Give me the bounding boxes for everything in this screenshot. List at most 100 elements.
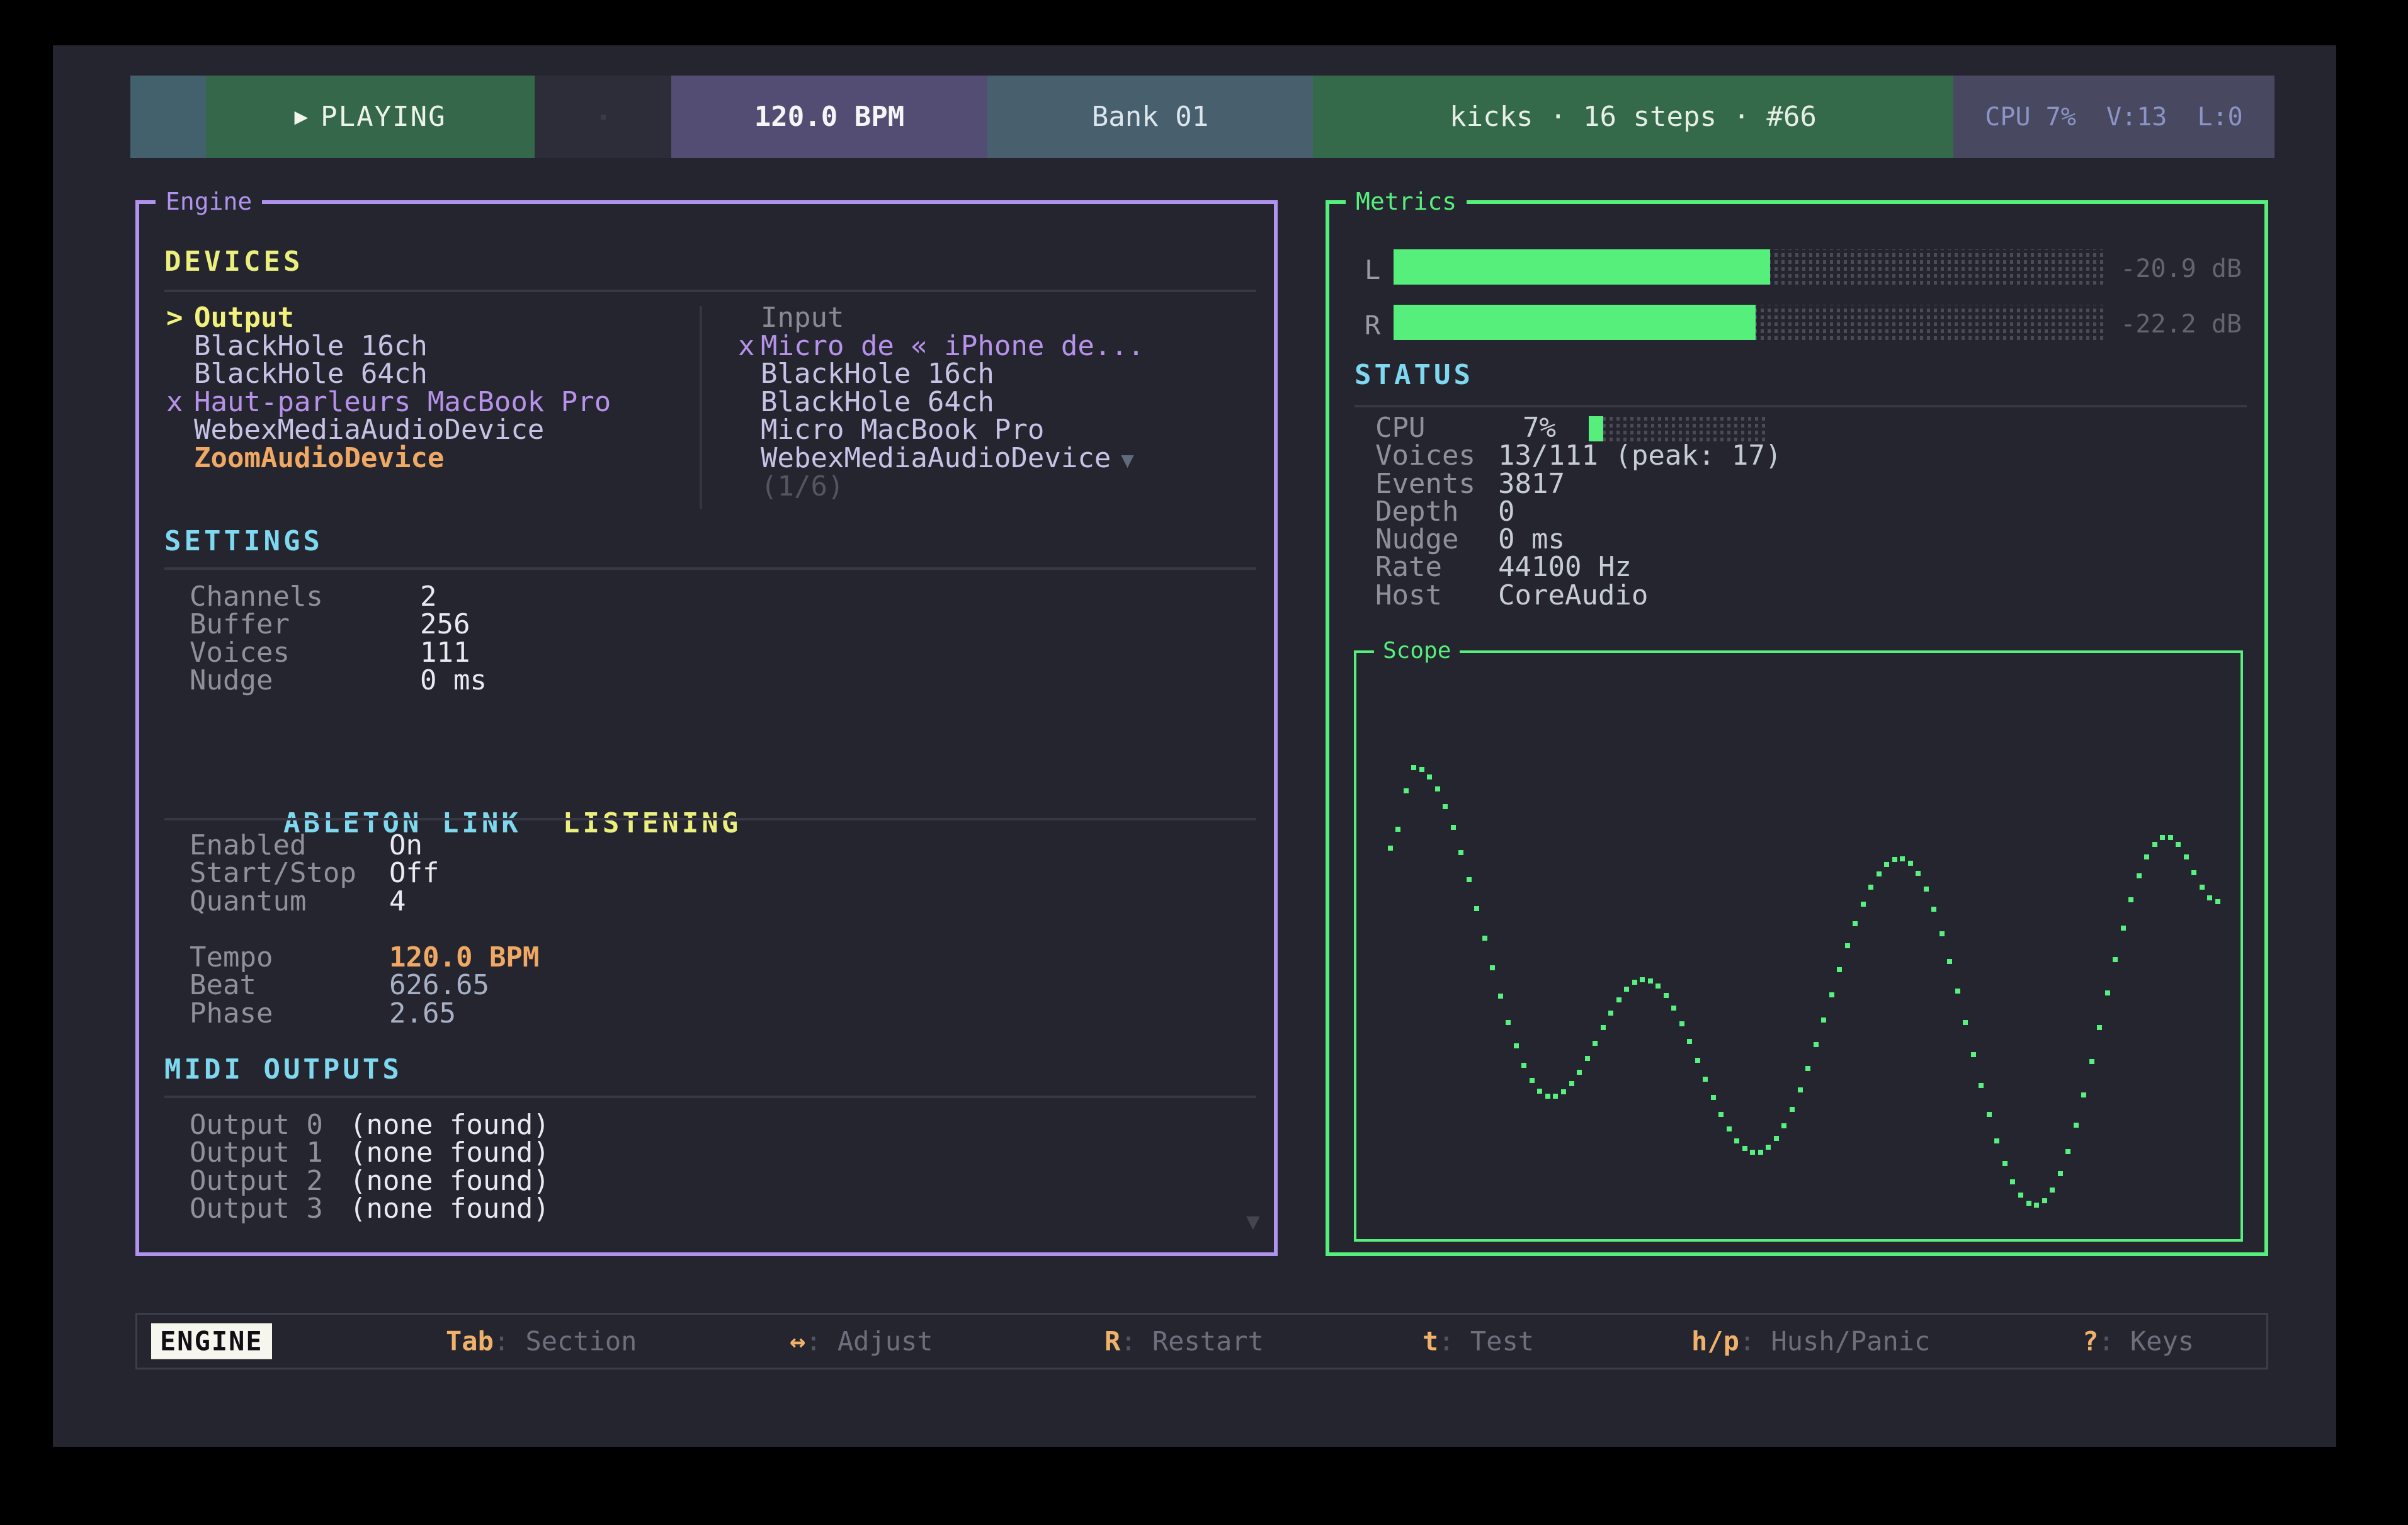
- metrics-panel-title: Metrics: [1346, 186, 1467, 217]
- scope-sample-dot: [2152, 842, 2157, 847]
- scope-sample-dot: [1553, 1094, 1558, 1099]
- midi-outputs-header: MIDI OUTPUTS: [164, 1053, 402, 1086]
- shortcut-label: Hush/Panic: [1771, 1326, 1930, 1357]
- scope-sample-dot: [1671, 1006, 1676, 1011]
- link-tempo-row[interactable]: Phase2.65: [190, 1000, 539, 1028]
- scope-sample-dot: [1955, 989, 1960, 994]
- scope-sample-dot: [1419, 767, 1424, 772]
- scope-sample-dot: [1498, 994, 1503, 999]
- link-tempo-row[interactable]: Tempo120.0 BPM: [190, 944, 539, 972]
- device-row[interactable]: BlackHole 16ch: [166, 332, 611, 361]
- kv-label: Enabled: [190, 832, 389, 859]
- input-column-header[interactable]: Input: [738, 304, 1144, 332]
- scope-sample-dot: [2200, 885, 2205, 890]
- top-bar-spacer: [535, 76, 671, 158]
- transport-segment[interactable]: ▶PLAYING: [206, 76, 535, 158]
- dropdown-icon[interactable]: ▼: [1121, 448, 1133, 473]
- device-name: WebexMediaAudioDevice: [194, 414, 544, 446]
- cpu-usage-bar: [1589, 416, 1767, 441]
- focus-marker: >: [166, 304, 194, 332]
- scope-sample-dot: [1987, 1112, 1992, 1117]
- system-stats-segment: CPU 7% V:13 L:0: [1953, 76, 2275, 158]
- scope-sample-dot: [1994, 1138, 1999, 1143]
- scope-sample-dot: [1774, 1136, 1779, 1141]
- bank-segment[interactable]: Bank 01: [987, 76, 1313, 158]
- midi-output-row[interactable]: Output 1(none found): [190, 1139, 550, 1167]
- shortcut-hint: t: Test: [1423, 1326, 1534, 1357]
- scope-sample-dot: [1829, 992, 1834, 997]
- mode-badge: ENGINE: [151, 1324, 272, 1359]
- device-row[interactable]: BlackHole 16ch: [738, 360, 1144, 388]
- pattern-segment[interactable]: kicks · 16 steps · #66: [1313, 76, 1953, 158]
- shortcut-key: ?: [2082, 1326, 2098, 1357]
- scope-sample-dot: [1601, 1025, 1606, 1030]
- scope-sample-dot: [1411, 765, 1416, 770]
- midi-output-row[interactable]: Output 0(none found): [190, 1111, 550, 1139]
- scope-sample-dot: [1821, 1018, 1826, 1023]
- scope-sample-dot: [1608, 1011, 1613, 1016]
- shortcut-key: Tab: [446, 1326, 494, 1357]
- app-window: ▶PLAYING 120.0 BPM Bank 01 kicks · 16 st…: [53, 45, 2336, 1447]
- scope-panel: Scope: [1354, 650, 2243, 1242]
- link-tempo-row[interactable]: Beat626.65: [190, 972, 539, 999]
- scope-sample-dot: [2042, 1198, 2047, 1203]
- shortcut-separator: :: [494, 1326, 526, 1357]
- device-name: BlackHole 16ch: [194, 330, 428, 362]
- kv-label: Nudge: [190, 667, 420, 694]
- devices-divider: [164, 290, 1256, 292]
- device-row[interactable]: Micro MacBook Pro: [738, 416, 1144, 445]
- scope-sample-dot: [2128, 897, 2133, 902]
- scope-sample-dot: [1805, 1066, 1810, 1071]
- status-row: CPU7%: [1375, 414, 1781, 442]
- kv-label: Voices: [190, 639, 420, 667]
- scope-sample-dot: [1718, 1112, 1724, 1117]
- scope-sample-dot: [2065, 1149, 2070, 1154]
- link-row[interactable]: Quantum4: [190, 888, 439, 916]
- input-device-list: InputxMicro de « iPhone de...BlackHole 1…: [738, 304, 1144, 501]
- shortcut-hint: h/p: Hush/Panic: [1691, 1326, 1930, 1357]
- device-row[interactable]: ZoomAudioDevice: [166, 445, 611, 473]
- kv-label: Host: [1375, 582, 1498, 609]
- status-row: Rate44100 Hz: [1375, 553, 1781, 581]
- midi-output-row[interactable]: Output 3(none found): [190, 1195, 550, 1223]
- shortcut-separator: :: [805, 1326, 838, 1357]
- device-row[interactable]: WebexMediaAudioDevice▼: [738, 445, 1144, 473]
- scope-sample-dot: [2089, 1059, 2094, 1064]
- kv-label: Output 3: [190, 1195, 349, 1223]
- kv-value: (none found): [349, 1193, 550, 1225]
- device-row[interactable]: xMicro de « iPhone de...: [738, 332, 1144, 361]
- link-row[interactable]: Start/StopOff: [190, 859, 439, 887]
- top-bar: ▶PLAYING 120.0 BPM Bank 01 kicks · 16 st…: [130, 76, 2275, 158]
- setting-row[interactable]: Voices111: [190, 639, 487, 667]
- scroll-down-icon[interactable]: ▼: [1246, 1209, 1260, 1235]
- device-row[interactable]: BlackHole 64ch: [738, 388, 1144, 417]
- link-divider: [164, 818, 1256, 820]
- output-device-list: >OutputBlackHole 16chBlackHole 64chxHaut…: [166, 304, 611, 473]
- scope-sample-dot: [1916, 871, 1921, 876]
- device-name: BlackHole 64ch: [761, 386, 994, 418]
- settings-rows: Channels2Buffer256Voices111Nudge0 ms: [190, 583, 487, 694]
- midi-output-row[interactable]: Output 2(none found): [190, 1167, 550, 1195]
- device-name: BlackHole 64ch: [194, 358, 428, 390]
- setting-row[interactable]: Buffer256: [190, 611, 487, 638]
- active-device-marker: x: [738, 332, 761, 361]
- bpm-segment[interactable]: 120.0 BPM: [671, 76, 987, 158]
- scope-sample-dot: [2144, 854, 2149, 859]
- device-row[interactable]: BlackHole 64ch: [166, 360, 611, 388]
- setting-row[interactable]: Channels2: [190, 583, 487, 611]
- kv-value: 7%: [1498, 414, 1556, 442]
- kv-label: Rate: [1375, 553, 1498, 581]
- meter-fill: [1394, 249, 1770, 285]
- scope-sample-dot: [1979, 1083, 1984, 1088]
- device-row[interactable]: WebexMediaAudioDevice: [166, 416, 611, 445]
- device-name: ZoomAudioDevice: [194, 442, 444, 474]
- setting-row[interactable]: Nudge0 ms: [190, 667, 487, 694]
- scope-sample-dot: [2176, 842, 2181, 847]
- output-column-header[interactable]: >Output: [166, 304, 611, 332]
- link-row[interactable]: EnabledOn: [190, 832, 439, 859]
- meter-track: [1394, 249, 2104, 285]
- device-row[interactable]: xHaut-parleurs MacBook Pro: [166, 388, 611, 417]
- scope-sample-dot: [2050, 1188, 2055, 1193]
- shortcut-separator: :: [1120, 1326, 1152, 1357]
- scope-sample-dot: [1931, 907, 1936, 912]
